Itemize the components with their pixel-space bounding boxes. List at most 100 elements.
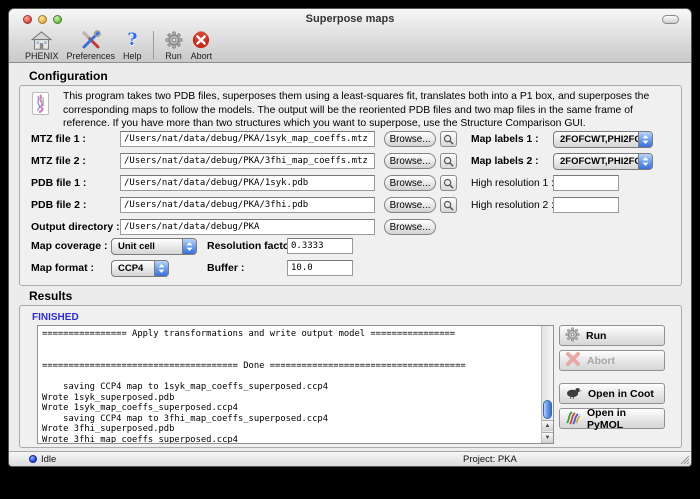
program-description: This program takes two PDB files, superp… [63,90,669,131]
map-format-value: CCP4 [118,263,143,274]
mtz-file-2-browse-button[interactable]: Browse... [384,153,436,169]
map-coverage-value: Unit cell [118,241,155,252]
map-format-label: Map format : [31,262,111,274]
magnifier-icon[interactable] [440,153,457,169]
map-labels-2-row: Map labels 2 : 2FOFCWT,PHI2FOF... [471,152,653,170]
status-text: Idle [41,454,56,465]
high-resolution-2-row: High resolution 2 : [471,196,619,214]
output-directory-label: Output directory : [31,221,120,233]
title-bar[interactable]: Superpose maps [9,9,691,29]
home-icon [31,30,52,50]
map-labels-2-dropdown[interactable]: 2FOFCWT,PHI2FOF... [553,153,653,170]
map-labels-1-row: Map labels 1 : 2FOFCWT,PHI2FOF... [471,130,653,148]
magnifier-icon[interactable] [440,197,457,213]
open-in-coot-button[interactable]: Open in Coot [559,383,665,404]
resolution-factor-label: Resolution factor : [207,240,287,252]
pdb-file-1-input[interactable] [120,175,375,191]
toolbar-run-label: Run [165,51,182,61]
high-resolution-1-label: High resolution 1 : [471,178,553,189]
mtz-file-2-input[interactable] [120,153,375,169]
mtz-file-1-label: MTZ file 1 : [31,133,120,145]
chevron-updown-icon [182,239,196,254]
toolbar-help-label: Help [123,51,142,61]
buffer-label: Buffer : [207,262,287,274]
results-panel: FINISHED ================ Apply transfor… [19,305,682,448]
protein-ribbon-icon [32,92,49,115]
toolbar-toggle-button[interactable] [662,15,679,24]
pdb-file-2-browse-button[interactable]: Browse... [384,197,436,213]
window-chrome: Superpose maps PHENIX Preferences ? Help [9,9,691,63]
toolbar-run-button[interactable]: Run [161,29,187,61]
status-badge: FINISHED [32,312,79,323]
toolbar: PHENIX Preferences ? Help Run [9,29,691,63]
run-button-label: Run [586,330,606,342]
pdb-file-2-input[interactable] [120,197,375,213]
pdb-file-2-label: PDB file 2 : [31,199,120,211]
pymol-ribbon-icon [565,410,581,428]
scroll-up-button[interactable]: ▲ [542,420,553,431]
pdb-file-1-row: PDB file 1 : Browse... [31,174,457,192]
map-coverage-label: Map coverage : [31,240,111,252]
scrollbar-thumb[interactable] [543,400,552,419]
map-format-dropdown[interactable]: CCP4 [111,260,169,277]
toolbar-help-button[interactable]: ? Help [119,29,146,61]
toolbar-phenix-button[interactable]: PHENIX [21,29,63,61]
map-coverage-row: Map coverage : Unit cell Resolution fact… [31,237,353,255]
toolbar-abort-button[interactable]: Abort [187,29,217,61]
configuration-heading: Configuration [29,69,108,83]
status-indicator-icon [29,455,37,463]
high-resolution-2-input[interactable] [553,197,619,213]
coot-bird-icon [565,386,582,402]
buffer-input[interactable] [287,260,353,276]
abort-button-label: Abort [587,355,615,367]
window-title: Superpose maps [9,13,691,25]
pdb-file-1-browse-button[interactable]: Browse... [384,175,436,191]
magnifier-icon[interactable] [440,175,457,191]
output-directory-browse-button[interactable]: Browse... [384,219,436,235]
resolution-factor-input[interactable] [287,238,353,254]
abort-cross-icon [565,351,581,370]
map-coverage-dropdown[interactable]: Unit cell [111,238,197,255]
toolbar-preferences-button[interactable]: Preferences [63,29,120,61]
toolbar-separator [153,31,154,59]
console-output[interactable]: ================ Apply transformations a… [37,325,554,444]
pdb-file-1-label: PDB file 1 : [31,177,120,189]
pdb-file-2-row: PDB file 2 : Browse... [31,196,457,214]
map-format-row: Map format : CCP4 Buffer : [31,259,353,277]
map-labels-2-label: Map labels 2 : [471,156,553,167]
mtz-file-2-label: MTZ file 2 : [31,155,120,167]
high-resolution-1-row: High resolution 1 : [471,174,619,192]
run-button[interactable]: Run [559,325,665,346]
mtz-file-1-browse-button[interactable]: Browse... [384,131,436,147]
toolbar-abort-label: Abort [191,51,213,61]
map-labels-1-dropdown[interactable]: 2FOFCWT,PHI2FOF... [553,131,653,148]
output-directory-row: Output directory : Browse... [31,218,436,236]
project-label: Project: PKA [463,454,517,465]
configuration-panel: This program takes two PDB files, superp… [19,85,682,286]
resize-grip[interactable] [679,454,689,464]
map-labels-1-label: Map labels 1 : [471,134,553,145]
open-in-pymol-button[interactable]: Open in PyMOL [559,408,665,429]
high-resolution-1-input[interactable] [553,175,619,191]
results-heading: Results [29,289,72,303]
high-resolution-2-label: High resolution 2 : [471,200,553,211]
mtz-file-1-row: MTZ file 1 : Browse... [31,130,457,148]
mtz-file-1-input[interactable] [120,131,375,147]
open-in-pymol-label: Open in PyMOL [587,407,664,431]
console-scrollbar[interactable]: ▲ ▼ [541,326,553,443]
main-content: Configuration This program takes two PDB… [9,64,691,451]
gear-icon [565,327,580,345]
console-text: ================ Apply transformations a… [38,326,541,443]
abort-button[interactable]: Abort [559,350,665,371]
chevron-updown-icon [154,261,168,276]
mtz-file-2-row: MTZ file 2 : Browse... [31,152,457,170]
question-mark-icon: ? [127,30,137,50]
output-directory-input[interactable] [120,219,375,235]
chevron-updown-icon [638,154,652,169]
gear-icon [165,30,183,50]
app-window: Superpose maps PHENIX Preferences ? Help [8,8,692,467]
abort-icon [192,30,210,50]
scroll-down-button[interactable]: ▼ [542,432,553,443]
status-bar: Idle Project: PKA [9,451,691,466]
magnifier-icon[interactable] [440,131,457,147]
